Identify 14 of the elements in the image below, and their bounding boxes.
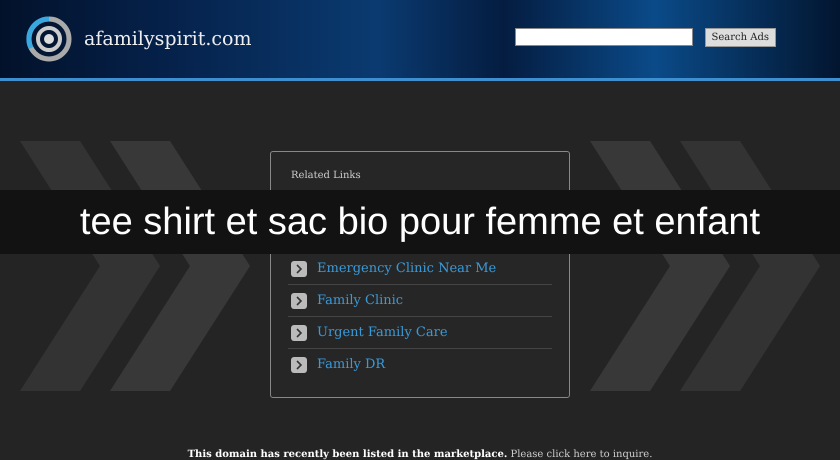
logo-icon [26, 16, 72, 62]
search-button[interactable]: Search Ads [704, 28, 776, 46]
related-link[interactable]: Family DR [288, 349, 552, 380]
search-field[interactable] [514, 28, 692, 46]
site-name: afamilyspirit.com [84, 28, 252, 50]
chevron-icon [291, 292, 307, 308]
panel-title: Related Links [291, 170, 362, 181]
related-link[interactable]: Family Clinic [288, 285, 552, 317]
chevron-icon [291, 324, 307, 340]
chevron-icon [291, 356, 307, 372]
chevron-icon [291, 260, 307, 276]
marketplace-notice: This domain has recently been listed in the marketplace. Please click here to inquire. [186, 449, 654, 460]
page-title: tee shirt et sac bio pour femme et enfant [80, 200, 760, 244]
related-link[interactable]: Urgent Family Care [288, 317, 552, 349]
